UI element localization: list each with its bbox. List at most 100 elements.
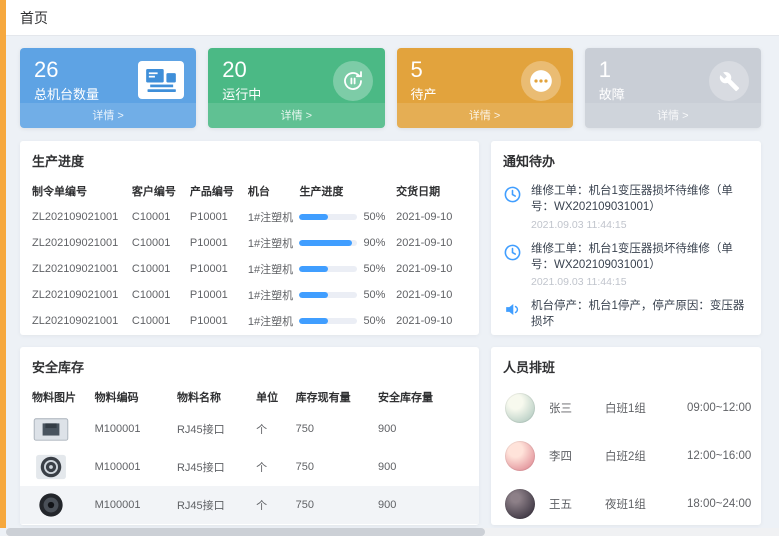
detail-link[interactable]: 详情 > — [585, 103, 761, 128]
cell-stock-qty: 750 — [296, 499, 378, 511]
safety-inventory-panel: 安全库存 物料图片 物料编码 物料名称 单位 库存现有量 安全库存量 — [20, 347, 479, 525]
inventory-table-body: M100001 RJ45接口 个 750 900 — [20, 410, 479, 524]
cell-customer-no: C10001 — [132, 315, 190, 327]
notice-timestamp: 2021.09.03 11:44:15 — [531, 276, 749, 288]
table-row: ZL202109021001 C10001 P10001 1#注塑机 50% 2… — [20, 256, 479, 282]
cell-product-no: P10001 — [190, 263, 248, 275]
cell-progress: 90% — [299, 237, 396, 249]
column-header: 产品编号 — [190, 183, 248, 199]
staff-row: 李四 白班2组 12:00~16:00 — [491, 432, 761, 480]
cell-customer-no: C10001 — [132, 263, 190, 275]
cell-progress: 50% — [299, 315, 396, 327]
detail-link[interactable]: 详情 > — [208, 103, 384, 128]
material-photo — [32, 491, 70, 519]
cell-customer-no: C10001 — [132, 289, 190, 301]
column-header: 单位 — [256, 389, 296, 405]
detail-link[interactable]: 详情 > — [20, 103, 196, 128]
panel-title: 人员排班 — [491, 347, 761, 384]
column-header: 物料图片 — [32, 389, 95, 405]
material-photo — [32, 415, 70, 443]
stat-card-standby[interactable]: 5 待产 详情 > — [397, 48, 573, 128]
cell-customer-no: C10001 — [132, 211, 190, 223]
cell-machine: 1#注塑机 — [248, 287, 300, 303]
cell-stock-qty: 750 — [296, 423, 378, 435]
table-row: ZL202109021001 C10001 P10001 1#注塑机 90% 2… — [20, 230, 479, 256]
staff-row: 王五 夜班1组 18:00~24:00 — [491, 480, 761, 525]
speaker-photo — [32, 491, 70, 519]
left-accent-bar — [0, 0, 6, 528]
notice-item[interactable]: 维修工单：机台1变压器损坏待维修（单号：WX202109031001） 2021… — [491, 178, 761, 236]
cell-order-no: ZL202109021001 — [32, 237, 132, 249]
panel-grid: 生产进度 制令单编号 客户编号 产品编号 机台 生产进度 交货日期 — [20, 141, 761, 525]
progress-bar — [299, 266, 357, 272]
scrollbar-thumb[interactable] — [6, 528, 485, 536]
table-row: M100001 RJ45接口 个 750 900 — [20, 448, 479, 486]
cell-delivery-date: 2021-09-10 — [396, 315, 467, 327]
progress-fill — [299, 292, 328, 298]
page-title[interactable]: 首页 — [20, 8, 48, 28]
notice-item[interactable]: 维修工单：机台1变压器损坏待维修（单号：WX202109031001） 2021… — [491, 236, 761, 294]
staff-row: 张三 白班1组 09:00~12:00 — [491, 384, 761, 432]
clock-icon — [503, 185, 522, 204]
stat-cards: 26 总机台数量 详情 > 20 运行中 — [20, 48, 761, 128]
staff-name: 张三 — [549, 400, 605, 416]
cell-order-no: ZL202109021001 — [32, 289, 132, 301]
stat-card-running[interactable]: 20 运行中 详情 > — [208, 48, 384, 128]
round-connector-photo — [32, 453, 70, 481]
stat-card-total-machines[interactable]: 26 总机台数量 详情 > — [20, 48, 196, 128]
cell-machine: 1#注塑机 — [248, 261, 300, 277]
horizontal-scrollbar[interactable] — [6, 528, 779, 536]
column-header: 物料名称 — [177, 389, 256, 405]
progress-percent: 50% — [363, 315, 385, 327]
progress-percent: 90% — [363, 237, 385, 249]
notice-type-icon — [503, 300, 523, 320]
standby-ellipsis-icon — [521, 61, 561, 101]
notice-type-icon — [503, 243, 523, 263]
rj45-photo — [32, 415, 70, 443]
cell-stock-qty: 750 — [296, 461, 378, 473]
staff-list: 张三 白班1组 09:00~12:00 李四 白班2组 12:00~16:00 — [491, 384, 761, 525]
progress-fill — [299, 240, 351, 246]
running-icon — [333, 61, 373, 101]
notice-item[interactable]: 机台停产：机台1停产，停产原因：变压器损坏 2021.09.03 11:44:1… — [491, 293, 761, 335]
column-header: 交货日期 — [396, 183, 467, 199]
main-content: 26 总机台数量 详情 > 20 运行中 — [6, 36, 779, 525]
notice-list: 维修工单：机台1变压器损坏待维修（单号：WX202109031001） 2021… — [491, 178, 761, 335]
progress-fill — [299, 266, 328, 272]
cell-delivery-date: 2021-09-10 — [396, 211, 467, 223]
staff-name: 李四 — [549, 448, 605, 464]
notice-text: 维修工单：机台1变压器损坏待维修（单号：WX202109031001） — [531, 184, 749, 216]
progress-fill — [299, 318, 328, 324]
panel-title: 安全库存 — [20, 347, 479, 384]
staff-shift: 白班1组 — [605, 400, 687, 416]
progress-bar — [299, 240, 357, 246]
staff-schedule-panel: 人员排班 张三 白班1组 09:00~12:00 李四 白班2组 12:0 — [491, 347, 761, 525]
notice-text: 维修工单：机台1变压器损坏待维修（单号：WX202109031001） — [531, 242, 749, 274]
column-header: 生产进度 — [299, 183, 396, 199]
progress-bar — [299, 214, 357, 220]
staff-shift: 白班2组 — [605, 448, 687, 464]
progress-percent: 50% — [363, 211, 385, 223]
stat-card-fault[interactable]: 1 故障 详情 > — [585, 48, 761, 128]
column-header: 客户编号 — [132, 183, 190, 199]
panel-title: 通知待办 — [491, 141, 761, 178]
detail-link[interactable]: 详情 > — [397, 103, 573, 128]
cell-product-no: P10001 — [190, 237, 248, 249]
fault-tools-icon — [709, 61, 749, 101]
cell-machine: 1#注塑机 — [248, 235, 300, 251]
table-row: ZL202109021001 C10001 P10001 1#注塑机 50% 2… — [20, 282, 479, 308]
notice-type-icon — [503, 185, 523, 205]
avatar — [505, 393, 535, 423]
cell-order-no: ZL202109021001 — [32, 263, 132, 275]
cell-delivery-date: 2021-09-10 — [396, 289, 467, 301]
cell-machine: 1#注塑机 — [248, 313, 300, 329]
topbar: 首页 — [6, 0, 779, 36]
production-table-body: ZL202109021001 C10001 P10001 1#注塑机 50% 2… — [20, 204, 479, 334]
cell-material-name: RJ45接口 — [177, 421, 256, 437]
cell-delivery-date: 2021-09-10 — [396, 237, 467, 249]
staff-time-range: 18:00~24:00 — [687, 498, 751, 510]
cell-material-code: M100001 — [95, 499, 177, 511]
column-header: 物料编码 — [95, 389, 177, 405]
production-table-header: 制令单编号 客户编号 产品编号 机台 生产进度 交货日期 — [20, 178, 479, 204]
cell-material-name: RJ45接口 — [177, 459, 256, 475]
